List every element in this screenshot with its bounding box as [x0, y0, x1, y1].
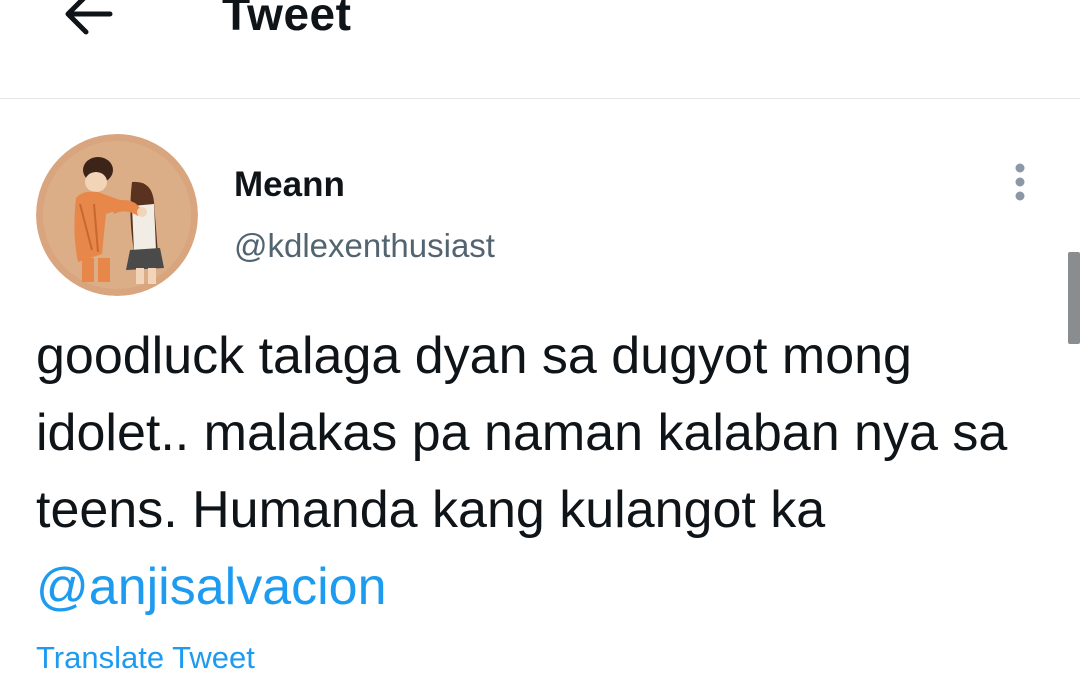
back-button[interactable] [52, 0, 124, 52]
scrollbar-thumb[interactable] [1068, 252, 1080, 344]
more-vertical-icon [1000, 163, 1040, 210]
more-options-button[interactable] [1000, 158, 1040, 206]
author-handle[interactable]: @kdlexenthusiast [234, 226, 495, 266]
author-display-name[interactable]: Meann [234, 164, 345, 206]
tweet-text: goodluck talaga dyan sa dugyot mong idol… [36, 318, 1056, 626]
avatar[interactable] [36, 134, 198, 296]
tweet-body: goodluck talaga dyan sa dugyot mong idol… [36, 327, 1022, 539]
mention-link[interactable]: @anjisalvacion [36, 558, 387, 616]
arrow-left-icon [62, 0, 114, 41]
translate-tweet-link[interactable]: Translate Tweet [36, 638, 255, 678]
top-bar: Tweet [0, 0, 1080, 99]
page-title: Tweet [222, 0, 352, 40]
